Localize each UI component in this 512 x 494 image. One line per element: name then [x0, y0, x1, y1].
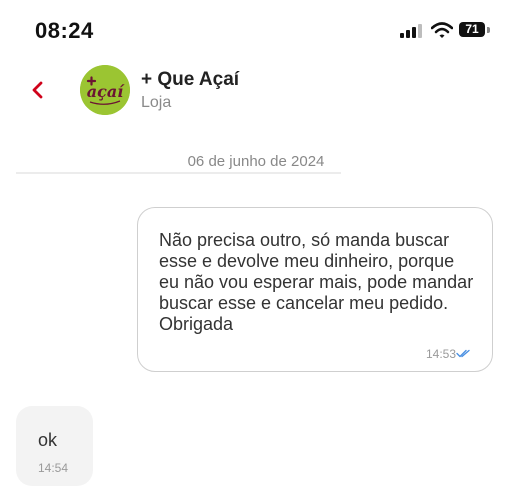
message-text: ok	[38, 430, 58, 450]
message-text: Não precisa outro, só manda buscar esse …	[159, 230, 474, 334]
back-button[interactable]	[26, 76, 50, 104]
date-divider	[16, 172, 341, 174]
store-type-label: Loja	[141, 94, 172, 111]
chat-screen: 08:24 71 açaí + Que Açaí Loja 06 de junh…	[0, 0, 512, 494]
status-time: 08:24	[35, 18, 94, 43]
cellular-signal-icon	[400, 24, 422, 38]
status-bar: 08:24 71	[0, 0, 512, 60]
battery-icon: 71	[459, 22, 485, 37]
message-time: 14:54	[38, 461, 69, 475]
store-name: + Que Açaí	[141, 69, 240, 90]
chevron-left-icon	[32, 81, 43, 99]
battery-tip	[487, 27, 490, 33]
store-logo-text: açaí	[87, 82, 125, 101]
store-logo-icon: açaí	[80, 65, 130, 115]
outgoing-message-bubble[interactable]: Não precisa outro, só manda buscar esse …	[137, 207, 493, 372]
date-separator: 06 de junho de 2024	[187, 153, 325, 170]
message-time: 14:53	[425, 347, 456, 361]
wifi-icon	[431, 22, 453, 38]
incoming-message-bubble[interactable]: ok 14:54	[16, 406, 93, 486]
double-check-icon	[456, 349, 470, 358]
store-avatar[interactable]: açaí	[80, 65, 130, 115]
